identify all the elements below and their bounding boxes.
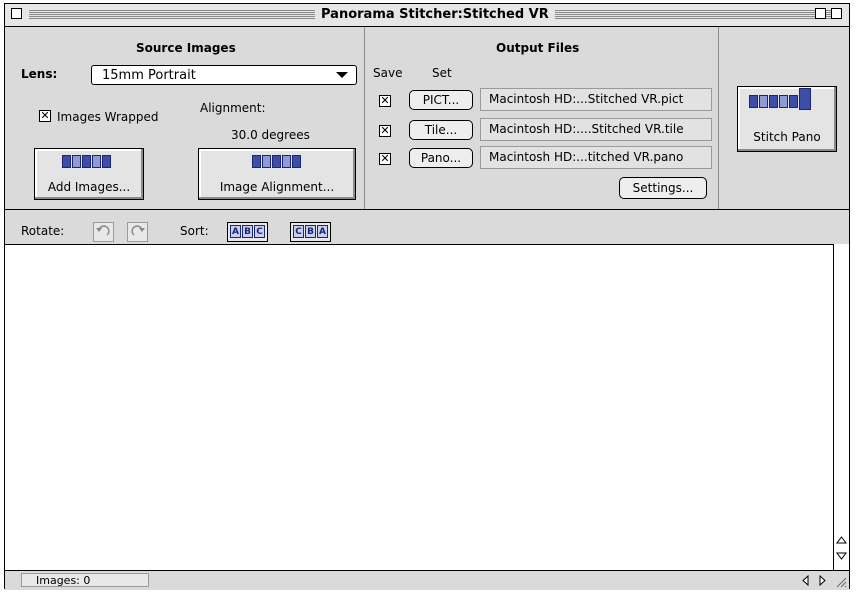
settings-button[interactable]: Settings... bbox=[619, 177, 707, 199]
lens-select-value: 15mm Portrait bbox=[102, 68, 196, 83]
images-list-area[interactable] bbox=[5, 244, 833, 571]
sort-ascending-button[interactable]: A B C bbox=[227, 222, 268, 242]
rotate-right-icon bbox=[131, 225, 145, 236]
zoom-box-icon[interactable] bbox=[815, 8, 826, 19]
tile-path-field: Macintosh HD:....Stitched VR.tile bbox=[480, 118, 712, 141]
save-pict-checkbox[interactable]: ✕ bbox=[379, 95, 391, 107]
sort-letter: A bbox=[230, 225, 241, 238]
images-wrapped-checkbox[interactable]: ✕ bbox=[39, 110, 51, 122]
collapse-box-icon[interactable] bbox=[831, 8, 842, 19]
scroll-right-icon[interactable] bbox=[817, 575, 827, 586]
pict-path-field: Macintosh HD:...Stitched VR.pict bbox=[480, 88, 712, 111]
image-alignment-button[interactable]: Image Alignment... bbox=[198, 148, 356, 200]
save-column-header: Save bbox=[373, 66, 403, 80]
sort-letter: B bbox=[305, 225, 316, 238]
output-files-heading: Output Files bbox=[496, 41, 580, 55]
stitch-pano-button[interactable]: Stitch Pano bbox=[737, 86, 837, 152]
sort-letter: A bbox=[317, 225, 328, 238]
images-wrapped-label: Images Wrapped bbox=[57, 110, 159, 124]
stitch-pano-icon bbox=[749, 88, 811, 110]
rotate-left-icon bbox=[96, 225, 110, 236]
status-bar: Images: 0 bbox=[5, 570, 849, 590]
panorama-stitcher-window: Panorama Stitcher:Stitched VR Source Ima… bbox=[4, 3, 850, 590]
lens-select[interactable]: 15mm Portrait bbox=[91, 65, 357, 85]
title-bar[interactable]: Panorama Stitcher:Stitched VR bbox=[5, 4, 849, 27]
window-title: Panorama Stitcher:Stitched VR bbox=[315, 7, 555, 22]
lens-label: Lens: bbox=[21, 67, 58, 81]
alignment-label: Alignment: bbox=[200, 101, 266, 115]
save-tile-checkbox[interactable]: ✕ bbox=[379, 125, 391, 137]
rotate-label: Rotate: bbox=[21, 224, 65, 238]
image-alignment-label: Image Alignment... bbox=[219, 180, 335, 194]
scroll-down-icon[interactable] bbox=[835, 550, 848, 562]
rotate-right-button[interactable] bbox=[127, 222, 148, 242]
sort-letter: C bbox=[254, 225, 265, 238]
add-images-label: Add Images... bbox=[47, 180, 131, 194]
set-pano-button[interactable]: Pano... bbox=[409, 148, 473, 168]
save-pano-checkbox[interactable]: ✕ bbox=[379, 153, 391, 165]
add-images-button[interactable]: Add Images... bbox=[34, 148, 144, 200]
scroll-up-icon[interactable] bbox=[835, 534, 848, 546]
scroll-left-icon[interactable] bbox=[801, 575, 811, 586]
set-column-header: Set bbox=[432, 66, 452, 80]
set-pict-button[interactable]: PICT... bbox=[409, 90, 473, 110]
sort-letter: C bbox=[293, 225, 304, 238]
chevron-down-icon bbox=[336, 72, 348, 78]
alignment-value: 30.0 degrees bbox=[231, 128, 310, 142]
resize-grip-icon[interactable] bbox=[833, 574, 847, 588]
add-images-icon bbox=[62, 155, 111, 168]
images-count: Images: 0 bbox=[21, 573, 149, 587]
vertical-scrollbar[interactable] bbox=[833, 244, 849, 570]
sort-label: Sort: bbox=[180, 224, 209, 238]
toolbar: Rotate: Sort: A B C C B A bbox=[5, 210, 849, 244]
set-tile-button[interactable]: Tile... bbox=[409, 120, 473, 140]
stitch-pano-label: Stitch Pano bbox=[753, 130, 821, 144]
close-box-icon[interactable] bbox=[11, 8, 22, 19]
pano-path-field: Macintosh HD:...titched VR.pano bbox=[480, 146, 712, 169]
sort-descending-button[interactable]: C B A bbox=[290, 222, 331, 242]
image-alignment-icon bbox=[252, 155, 301, 168]
sort-letter: B bbox=[242, 225, 253, 238]
rotate-left-button[interactable] bbox=[93, 222, 114, 242]
source-images-heading: Source Images bbox=[136, 41, 236, 55]
